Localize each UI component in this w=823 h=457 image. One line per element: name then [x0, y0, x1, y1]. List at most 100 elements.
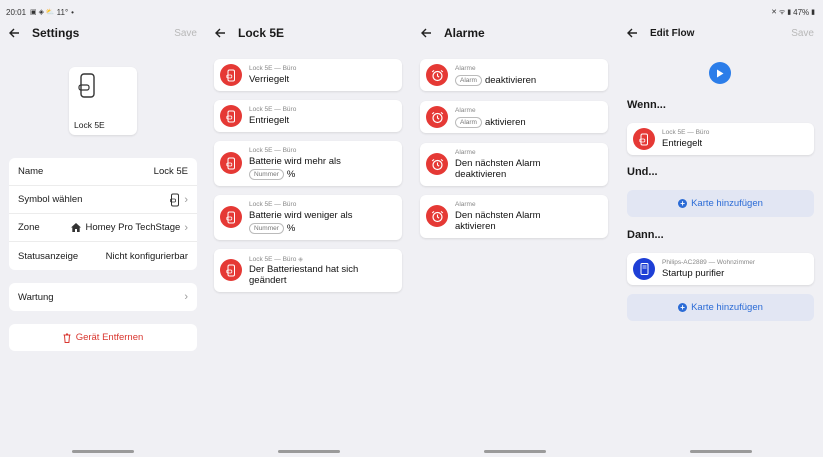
- status-bar: ✕ ᯤ ▮ 47% ▮: [771, 6, 815, 18]
- save-button[interactable]: Save: [791, 28, 814, 39]
- add-condition-button[interactable]: + Karte hinzufügen: [627, 190, 814, 217]
- unit-text: %: [286, 169, 296, 181]
- number-chip[interactable]: Nummer: [249, 169, 284, 180]
- remove-label: Gerät Entfernen: [75, 332, 144, 343]
- card-caption: Alarme: [455, 65, 476, 72]
- card-caption: Lock 5E — Büro: [662, 129, 710, 136]
- trigger-card[interactable]: Lock 5E — Büro Batterie wird weniger als…: [214, 195, 402, 240]
- trigger-card[interactable]: Lock 5E — Büro Batterie wird mehr als Nu…: [214, 141, 402, 186]
- trigger-card[interactable]: Lock 5E — Büro Verriegelt: [214, 59, 402, 91]
- gesture-bar: [690, 450, 752, 453]
- plus-icon: +: [678, 199, 688, 208]
- card-text-line2: geändert: [249, 275, 287, 286]
- card-text: Verriegelt: [249, 74, 290, 85]
- zone-value: Homey Pro TechStage: [85, 222, 181, 233]
- action-card[interactable]: Alarme Den nächsten Alarm deaktivieren: [420, 143, 608, 186]
- card-text: aktivieren: [484, 117, 526, 129]
- status-bar: 20:01 ▣ ◈ ⛅ 11° •: [6, 7, 74, 17]
- maintenance-row[interactable]: Wartung ›: [9, 283, 197, 311]
- arrow-left-icon: [626, 28, 637, 38]
- device-label: Lock 5E: [74, 120, 105, 130]
- chevron-right-icon: ›: [184, 221, 188, 234]
- alarm-clock-icon: [426, 205, 448, 227]
- back-button[interactable]: [412, 24, 440, 42]
- page-title: Settings: [32, 26, 80, 40]
- alarm-clock-icon: [426, 106, 448, 128]
- card-text: Der Batteriestand hat sich: [249, 264, 359, 275]
- lock-icon: [220, 259, 242, 281]
- alarm-clock-icon: [426, 153, 448, 175]
- row-label: Zone: [18, 222, 40, 233]
- card-text-line2: aktivieren: [455, 221, 496, 232]
- status-notification-icons: ▣ ◈ ⛅: [30, 9, 55, 16]
- lock-device-icon: [170, 193, 180, 206]
- gesture-bar: [72, 450, 134, 453]
- add-label: Karte hinzufügen: [691, 198, 763, 209]
- alarm-chip[interactable]: Alarm: [455, 117, 482, 128]
- remove-device-button[interactable]: Gerät Entfernen: [9, 324, 197, 351]
- back-button[interactable]: [0, 24, 28, 42]
- arrow-left-icon: [8, 28, 19, 38]
- and-heading: Und...: [627, 166, 658, 178]
- status-time: 20:01: [6, 7, 27, 17]
- card-text: deaktivieren: [484, 75, 537, 87]
- device-symbol-card[interactable]: Lock 5E: [69, 67, 137, 135]
- save-button[interactable]: Save: [174, 28, 197, 39]
- zone-row[interactable]: Zone Homey Pro TechStage ›: [9, 214, 197, 242]
- settings-panel: 20:01 ▣ ◈ ⛅ 11° • Settings Save Lock 5E …: [0, 0, 206, 457]
- play-button[interactable]: [709, 62, 731, 84]
- card-text: Den nächsten Alarm: [455, 158, 541, 169]
- number-chip[interactable]: Nummer: [249, 223, 284, 234]
- status-temp: 11°: [56, 7, 69, 17]
- page-title: Edit Flow: [650, 27, 695, 39]
- lock-icon: [220, 152, 242, 174]
- then-card[interactable]: Philips-AC2889 — Wohnzimmer Startup puri…: [627, 253, 814, 285]
- card-caption: Alarme: [455, 201, 476, 208]
- signal-icons: ✕ ᯤ ▮: [771, 8, 792, 16]
- card-text: Entriegelt: [249, 115, 290, 126]
- back-button[interactable]: [206, 24, 234, 42]
- battery-icon: ▮: [811, 9, 815, 16]
- gesture-bar: [484, 450, 546, 453]
- lock-icon: [220, 206, 242, 228]
- action-card[interactable]: Alarme Den nächsten Alarm aktivieren: [420, 195, 608, 238]
- lock-icon: [220, 64, 242, 86]
- row-label: Statusanzeige: [18, 250, 79, 262]
- card-text: Startup purifier: [662, 268, 725, 279]
- home-icon: [71, 223, 82, 232]
- play-icon: [717, 69, 724, 77]
- when-card[interactable]: Lock 5E — Büro Entriegelt: [627, 123, 814, 155]
- card-caption: Lock 5E — Büro: [249, 106, 297, 113]
- status-row: Statusanzeige Nicht konfigurierbar: [9, 242, 197, 270]
- alarm-chip[interactable]: Alarm: [455, 75, 482, 86]
- card-caption: Alarme: [455, 107, 476, 114]
- back-button[interactable]: [618, 24, 646, 42]
- page-title: Lock 5E: [238, 26, 285, 40]
- maintenance-section: Wartung ›: [9, 283, 197, 311]
- chevron-right-icon: ›: [184, 291, 188, 303]
- action-card[interactable]: Alarme Alarm deaktivieren: [420, 59, 608, 91]
- card-caption: Philips-AC2889 — Wohnzimmer: [662, 259, 756, 266]
- card-caption: Lock 5E — Büro: [249, 201, 297, 208]
- lock-icon: [220, 105, 242, 127]
- add-label: Karte hinzufügen: [691, 302, 763, 313]
- trash-icon: [63, 333, 71, 343]
- alarm-clock-icon: [426, 64, 448, 86]
- tag-icon: ◈: [298, 256, 304, 263]
- card-text: Entriegelt: [662, 138, 703, 149]
- arrow-left-icon: [420, 28, 431, 38]
- symbol-row[interactable]: Symbol wählen ›: [9, 186, 197, 214]
- name-row[interactable]: Name Lock 5E: [9, 158, 197, 186]
- gesture-bar: [278, 450, 340, 453]
- add-action-button[interactable]: + Karte hinzufügen: [627, 294, 814, 321]
- card-caption: Lock 5E — Büro: [249, 65, 297, 72]
- trigger-card[interactable]: Lock 5E — Büro Entriegelt: [214, 100, 402, 132]
- maintenance-label: Wartung: [18, 291, 54, 303]
- trigger-card[interactable]: Lock 5E — Büro ◈ Der Batteriestand hat s…: [214, 249, 402, 292]
- card-text: Batterie wird weniger als: [249, 210, 353, 221]
- page-title: Alarme: [444, 26, 485, 40]
- lock-icon: [633, 128, 655, 150]
- chevron-right-icon: ›: [184, 193, 188, 206]
- action-card[interactable]: Alarme Alarm aktivieren: [420, 101, 608, 133]
- status-value: Nicht konfigurierbar: [105, 250, 188, 262]
